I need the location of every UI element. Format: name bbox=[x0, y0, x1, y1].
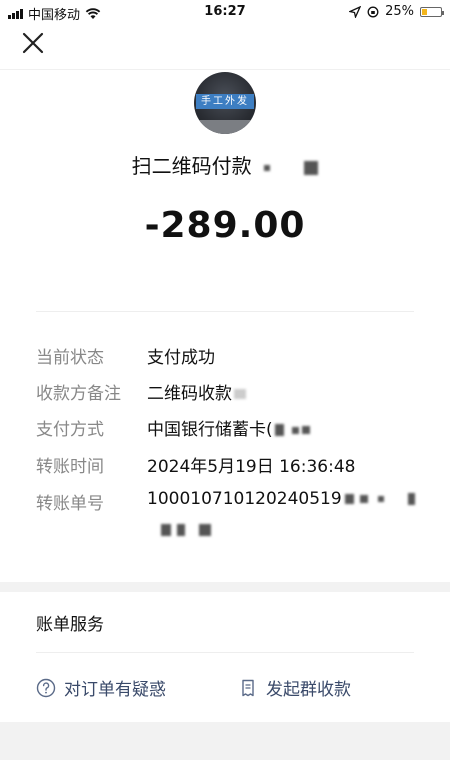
group-collect-link[interactable]: 发起群收款 bbox=[238, 675, 351, 700]
merchant-name: 扫二维码付款 bbox=[0, 150, 450, 179]
status-right: 25% bbox=[349, 4, 444, 19]
detail-value: 二维码收款 bbox=[147, 379, 417, 404]
merchant-avatar: 手工外发 bbox=[194, 72, 256, 134]
detail-value: 支付成功 bbox=[147, 348, 215, 368]
detail-label: 转账时间 bbox=[36, 457, 104, 477]
receipt-icon bbox=[242, 679, 254, 696]
bill-service-title: 账单服务 bbox=[36, 615, 104, 635]
avatar-sign-text: 手工外发 bbox=[196, 94, 254, 109]
detail-divider bbox=[36, 311, 414, 312]
section-separator bbox=[0, 582, 450, 592]
detail-value: 中国银行储蓄卡( bbox=[147, 415, 417, 440]
detail-label: 当前状态 bbox=[36, 348, 104, 368]
group-collect-label: 发起群收款 bbox=[266, 680, 351, 700]
redacted-mark bbox=[304, 160, 319, 175]
location-arrow-icon bbox=[349, 5, 362, 18]
close-icon bbox=[22, 32, 44, 54]
close-button[interactable] bbox=[20, 30, 46, 56]
bottom-separator bbox=[0, 722, 450, 760]
battery-percent: 25% bbox=[385, 4, 414, 19]
orientation-lock-icon bbox=[367, 6, 379, 17]
detail-label: 转账单号 bbox=[36, 494, 104, 514]
order-question-link[interactable]: 对订单有疑惑 bbox=[36, 675, 166, 700]
detail-value: 2024年5月19日 16:36:48 bbox=[147, 457, 356, 477]
detail-value: 100010710120240519 bbox=[147, 489, 417, 509]
status-bar: 中国移动 16:27 25% bbox=[0, 0, 450, 24]
payment-amount: -289.00 bbox=[144, 205, 306, 246]
battery-icon bbox=[420, 6, 444, 17]
redacted-mark bbox=[264, 164, 270, 171]
nav-divider bbox=[0, 69, 450, 70]
merchant-label: 扫二维码付款 bbox=[131, 154, 252, 178]
service-divider bbox=[36, 652, 414, 653]
detail-label: 收款方备注 bbox=[36, 384, 121, 404]
question-circle-icon bbox=[36, 678, 56, 697]
order-question-label: 对订单有疑惑 bbox=[64, 680, 166, 700]
detail-label: 支付方式 bbox=[36, 420, 104, 440]
